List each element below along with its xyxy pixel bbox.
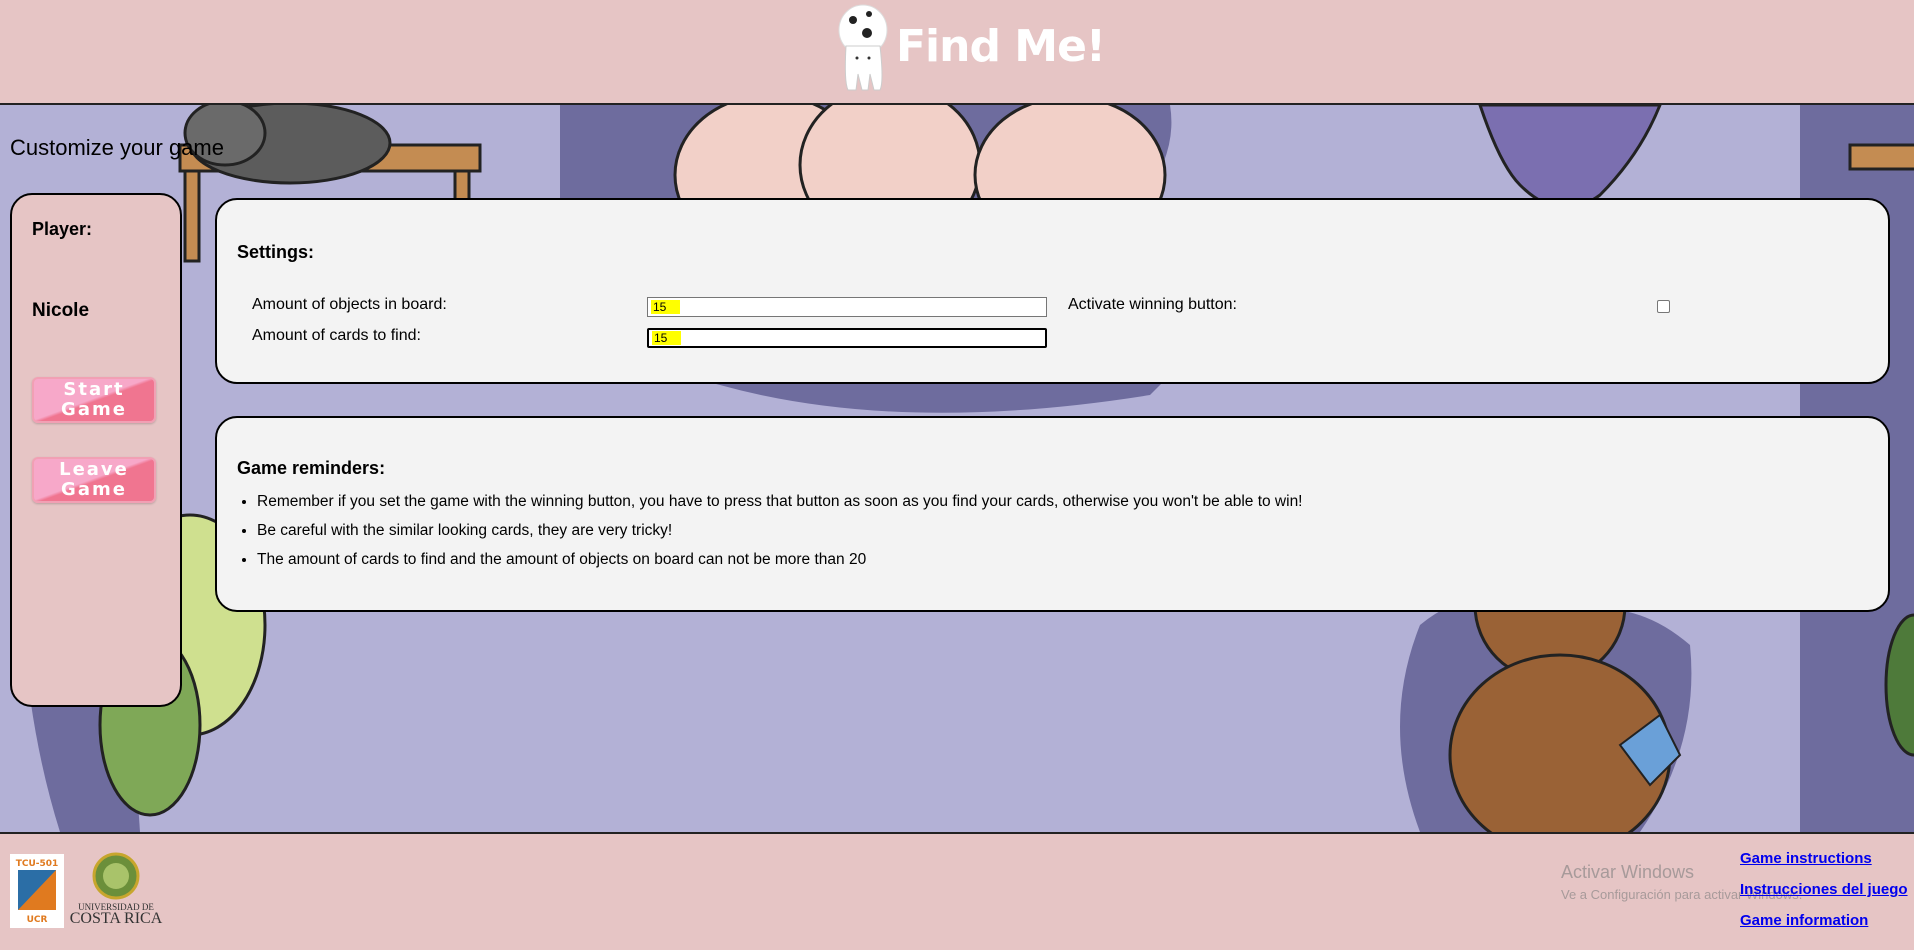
- cards-amount-input[interactable]: 15: [647, 328, 1047, 348]
- winning-button-checkbox[interactable]: [1657, 300, 1670, 313]
- reminder-item: Remember if you set the game with the wi…: [257, 492, 1303, 512]
- tcu-logo-text: TCU-501: [16, 859, 59, 869]
- player-sidebar: Player: Nicole Start Game Leave Game: [10, 193, 182, 707]
- tcu-logo-sub: UCR: [27, 915, 48, 925]
- instrucciones-del-juego-link[interactable]: Instrucciones del juego: [1740, 881, 1908, 898]
- tcu-logo: TCU-501 UCR: [10, 854, 64, 928]
- reminders-list: Remember if you set the game with the wi…: [237, 492, 1303, 579]
- reminders-title: Game reminders:: [237, 458, 386, 478]
- app-header: Find Me!: [0, 0, 1914, 105]
- player-label: Player:: [32, 219, 93, 239]
- game-instructions-link[interactable]: Game instructions: [1740, 850, 1908, 867]
- ucr-logo-line2: COSTA RICA: [69, 910, 163, 927]
- ghost-mascot-icon: [838, 4, 888, 91]
- game-setup-area: Customize your game Player: Nicole Start…: [0, 105, 1914, 832]
- reminder-item: The amount of cards to find and the amou…: [257, 550, 1303, 570]
- brand: Find Me!: [836, 0, 1106, 96]
- settings-panel: Settings: Amount of objects in board: 15…: [215, 198, 1890, 384]
- leave-game-button[interactable]: Leave Game: [32, 457, 156, 503]
- reminders-panel: Game reminders: Remember if you set the …: [215, 416, 1890, 612]
- cards-amount-label: Amount of cards to find:: [252, 327, 421, 344]
- ucr-logo: UNIVERSIDAD DE COSTA RICA: [68, 852, 164, 932]
- customize-heading: Customize your game: [10, 135, 224, 160]
- app-title: Find Me!: [896, 20, 1106, 72]
- footer-links: Game instructions Instrucciones del jueg…: [1740, 850, 1908, 943]
- reminder-item: Be careful with the similar looking card…: [257, 521, 1303, 541]
- objects-amount-label: Amount of objects in board:: [252, 296, 447, 313]
- objects-amount-value: 15: [651, 300, 681, 314]
- start-game-button[interactable]: Start Game: [32, 377, 156, 423]
- objects-amount-input[interactable]: 15: [647, 297, 1047, 317]
- winning-button-label: Activate winning button:: [1068, 296, 1237, 313]
- player-name: Nicole: [32, 300, 90, 321]
- cards-amount-value: 15: [652, 331, 682, 345]
- settings-title: Settings:: [237, 242, 315, 262]
- game-information-link[interactable]: Game information: [1740, 912, 1908, 929]
- app-footer: TCU-501 UCR UNIVERSIDAD DE COSTA RICA Ac…: [0, 832, 1914, 950]
